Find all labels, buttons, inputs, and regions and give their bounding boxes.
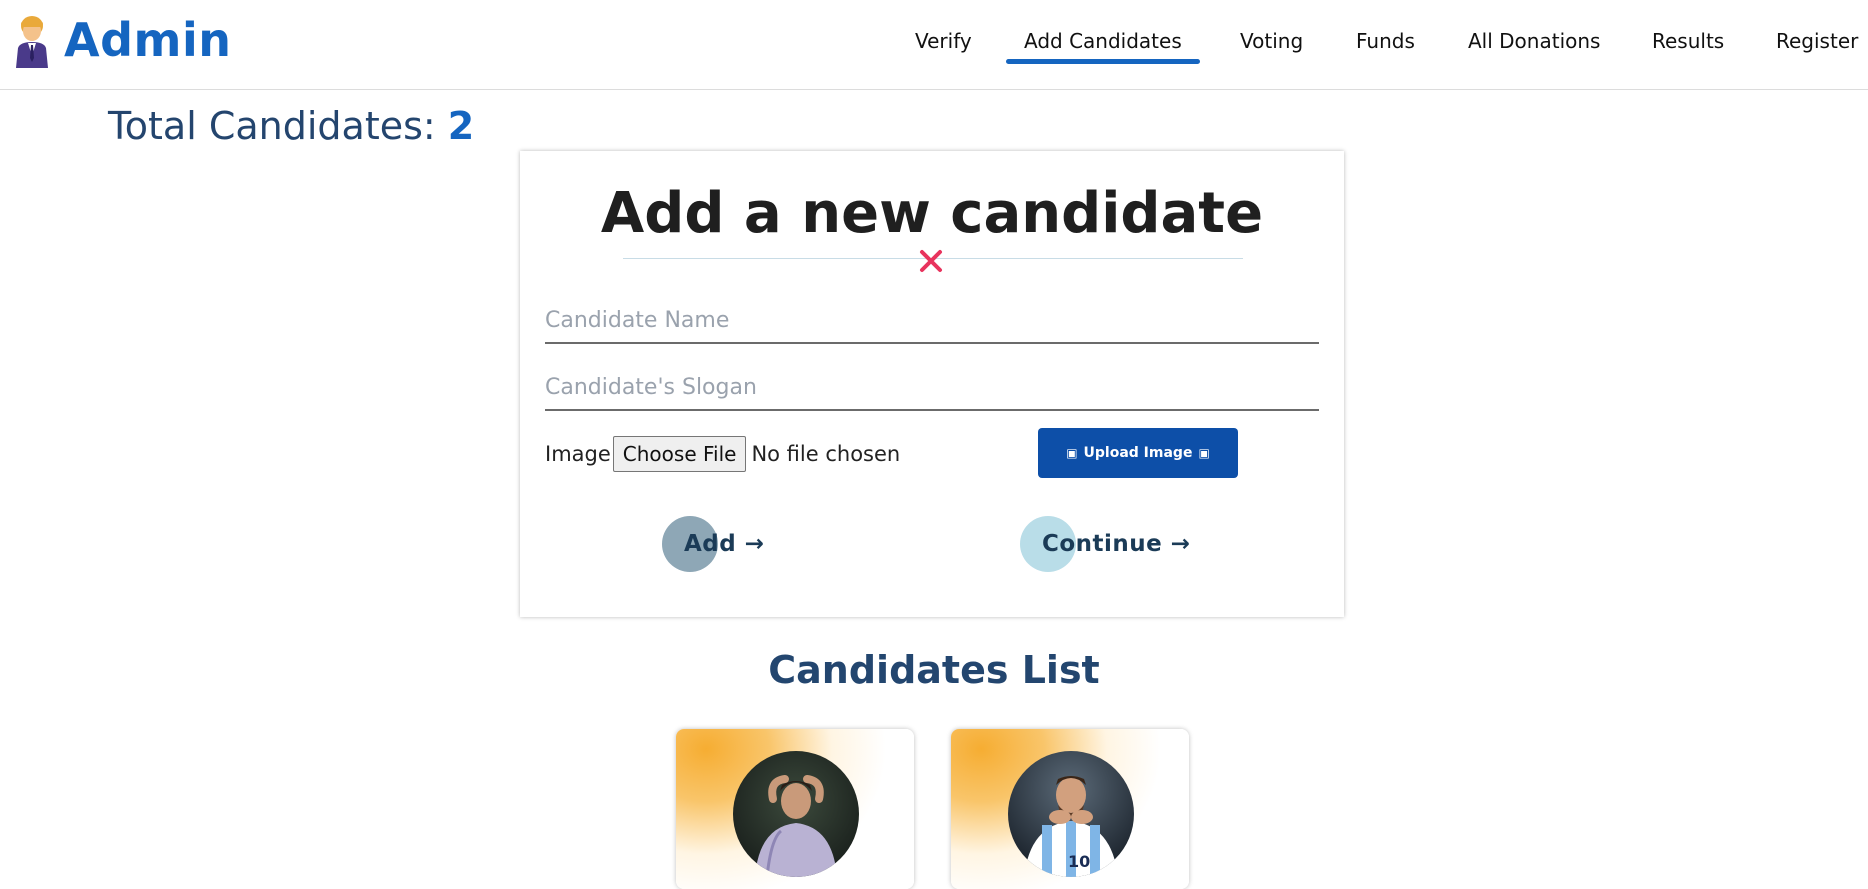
choose-file-button[interactable]: Choose File [612, 436, 747, 472]
add-button-label: Add → [684, 531, 765, 557]
add-candidate-card: Add a new candidate Image Choose File No… [520, 151, 1344, 617]
upload-icon: ▣ [1198, 446, 1210, 460]
upload-image-label: Upload Image [1083, 445, 1193, 461]
candidate-card[interactable] [676, 729, 914, 889]
top-navbar: Admin Verify Add Candidates Voting Funds… [0, 0, 1868, 90]
svg-text:10: 10 [1068, 852, 1090, 871]
candidate-slogan-input[interactable] [545, 365, 1319, 411]
nav-register[interactable]: Register [1776, 24, 1858, 64]
add-button[interactable]: Add → [662, 516, 765, 572]
continue-button[interactable]: Continue → [1020, 516, 1191, 572]
candidate-photo [733, 751, 859, 877]
total-candidates-count: 2 [447, 104, 475, 148]
candidates-list-title: Candidates List [768, 648, 1100, 692]
brand[interactable]: Admin [12, 12, 231, 68]
upload-icon: ▣ [1066, 446, 1078, 460]
card-title: Add a new candidate [600, 181, 1264, 246]
app-title: Admin [64, 13, 232, 67]
nav-results[interactable]: Results [1652, 24, 1724, 64]
total-candidates-label: Total Candidates: [108, 104, 436, 148]
close-icon[interactable] [918, 248, 944, 274]
nav-voting[interactable]: Voting [1240, 24, 1303, 64]
nav-all-donations[interactable]: All Donations [1468, 24, 1600, 64]
candidate-name-input[interactable] [545, 298, 1319, 344]
nav-funds[interactable]: Funds [1356, 24, 1415, 64]
file-status: No file chosen [751, 442, 901, 466]
image-label: Image [545, 442, 611, 466]
candidate-photo: 10 [1008, 751, 1134, 877]
candidate-card[interactable]: 10 [951, 729, 1189, 889]
businessman-icon [16, 16, 48, 68]
nav-add-candidates[interactable]: Add Candidates [1006, 24, 1200, 64]
nav-verify[interactable]: Verify [915, 24, 972, 64]
upload-image-button[interactable]: ▣ Upload Image ▣ [1038, 428, 1238, 478]
image-file-row: Image Choose File No file chosen [545, 435, 900, 473]
continue-button-label: Continue → [1042, 531, 1191, 557]
total-candidates: Total Candidates: 2 [108, 104, 474, 148]
